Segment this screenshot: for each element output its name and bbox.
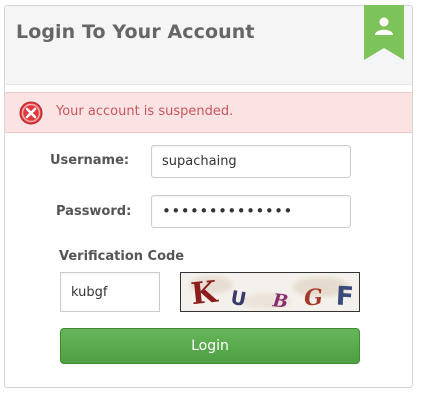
- captcha-char: G: [303, 284, 324, 311]
- page-title: Login To Your Account: [16, 21, 255, 43]
- verification-code-input[interactable]: [60, 272, 160, 312]
- username-label: Username:: [50, 153, 130, 168]
- captcha-char: K: [189, 275, 220, 311]
- verification-code-label: Verification Code: [59, 249, 185, 264]
- username-input[interactable]: [151, 145, 351, 178]
- user-ribbon: [364, 5, 404, 60]
- captcha-graphic: K U B G F: [189, 275, 354, 313]
- error-alert: Your account is suspended.: [5, 92, 412, 133]
- captcha-char: U: [229, 287, 248, 311]
- captcha-char: F: [335, 282, 354, 311]
- alert-message: Your account is suspended.: [56, 104, 234, 119]
- password-label: Password:: [56, 204, 132, 219]
- error-circle-x-icon: [19, 101, 43, 125]
- login-panel: Login To Your Account Your account is su…: [4, 5, 413, 388]
- login-button[interactable]: Login: [60, 328, 360, 364]
- password-input[interactable]: ••••••••••••••: [151, 195, 351, 228]
- captcha-char: B: [271, 290, 289, 311]
- captcha-image[interactable]: K U B G F: [180, 272, 360, 313]
- panel-header: Login To Your Account: [5, 6, 412, 85]
